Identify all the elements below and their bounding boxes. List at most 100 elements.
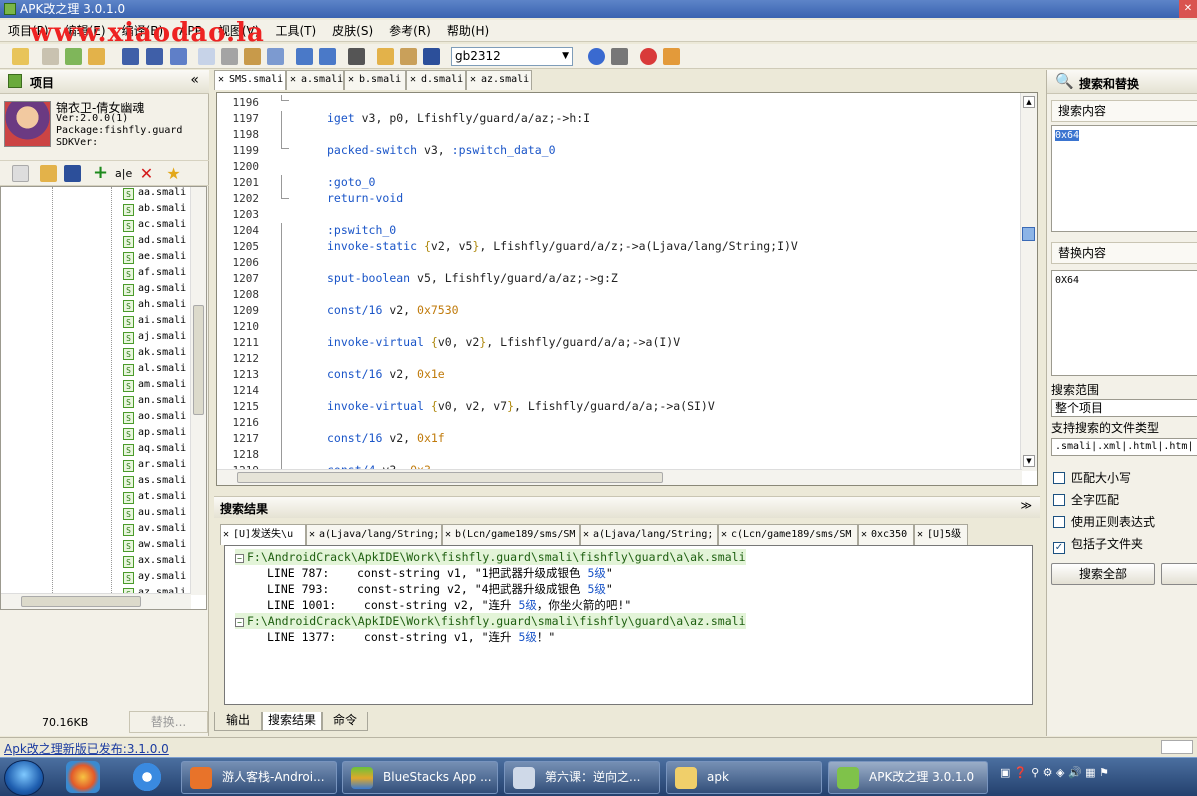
new-file-icon[interactable] bbox=[12, 165, 29, 182]
file-tree-item[interactable]: Sam.smali bbox=[123, 379, 186, 395]
tree-scrollbar[interactable] bbox=[190, 187, 206, 595]
file-tree-item[interactable]: Saw.smali bbox=[123, 539, 186, 555]
weibo-icon[interactable] bbox=[640, 48, 657, 65]
bug-icon[interactable] bbox=[611, 48, 628, 65]
search-input[interactable]: 0x64 bbox=[1051, 125, 1197, 232]
update-link[interactable]: Apk改之理新版已发布:3.1.0.0 bbox=[4, 740, 169, 757]
checkbox-box[interactable] bbox=[1053, 494, 1065, 506]
search-all-button[interactable]: 搜索全部 bbox=[1051, 563, 1155, 585]
file-tree-item[interactable]: Sag.smali bbox=[123, 283, 186, 299]
scroll-down-icon[interactable]: ▼ bbox=[1023, 455, 1035, 467]
file-tree-item[interactable]: Sav.smali bbox=[123, 523, 186, 539]
close-tab-icon[interactable]: ✕ bbox=[410, 71, 416, 89]
editor-hscrollbar[interactable] bbox=[217, 469, 1022, 485]
refresh-icon[interactable] bbox=[64, 165, 81, 182]
file-types-field[interactable]: .smali|.xml|.html|.htm| bbox=[1051, 438, 1197, 456]
tree-scroll-thumb[interactable] bbox=[193, 305, 204, 415]
regex-checkbox[interactable]: 使用正则表达式 bbox=[1053, 513, 1155, 530]
close-tab-icon[interactable]: ✕ bbox=[917, 525, 923, 544]
close-tab-icon[interactable]: ✕ bbox=[583, 525, 589, 544]
result-tab[interactable]: ✕ [U]5级 bbox=[914, 524, 968, 545]
taskbar-button-active[interactable]: APK改之理 3.0.1.0 bbox=[828, 761, 988, 794]
file-tree-item[interactable]: Sal.smali bbox=[123, 363, 186, 379]
file-tree-item[interactable]: Sae.smali bbox=[123, 251, 186, 267]
taskbar-button[interactable]: BlueStacks App ... bbox=[342, 761, 498, 794]
file-tree-item[interactable]: Sat.smali bbox=[123, 491, 186, 507]
collapse-toggle-icon[interactable]: − bbox=[235, 618, 244, 627]
tab-a-smali[interactable]: ✕ a.smali bbox=[286, 70, 344, 90]
tab-sms-smali[interactable]: ✕ SMS.smali bbox=[214, 70, 286, 90]
editor-scrollbar[interactable]: ▲ ▼ bbox=[1020, 93, 1037, 471]
file-tree-item[interactable]: Sah.smali bbox=[123, 299, 186, 315]
close-tab-icon[interactable]: ✕ bbox=[223, 525, 229, 544]
system-tray[interactable]: ▣ ❓ ⚲ ⚙ ◈ 🔊 ▦ ⚑ bbox=[1000, 766, 1109, 779]
tab-d-smali[interactable]: ✕ d.smali bbox=[406, 70, 466, 90]
result-tab[interactable]: ✕ c(Lcn/game189/sms/SM bbox=[718, 524, 858, 545]
cut-icon[interactable] bbox=[221, 48, 238, 65]
tab-b-smali[interactable]: ✕ b.smali bbox=[344, 70, 406, 90]
close-tab-icon[interactable]: ✕ bbox=[861, 525, 867, 544]
pinned-app-icon[interactable] bbox=[66, 761, 100, 793]
result-tab[interactable]: ✕ [U]发送失\u bbox=[220, 524, 306, 545]
whole-word-checkbox[interactable]: 全字匹配 bbox=[1053, 491, 1119, 508]
search-results[interactable]: − F:\AndroidCrack\ApkIDE\Work\fishfly.gua… bbox=[224, 545, 1033, 705]
file-tree-item[interactable]: Sas.smali bbox=[123, 475, 186, 491]
menu-skin[interactable]: 皮肤(S) bbox=[324, 20, 381, 42]
close-tab-icon[interactable]: ✕ bbox=[218, 71, 224, 89]
code-line[interactable]: iget v3, p0, Lfishfly/guard/a/az;->h:I bbox=[327, 111, 590, 125]
package-icon[interactable] bbox=[400, 48, 417, 65]
result-tab[interactable]: ✕ b(Lcn/game189/sms/SM bbox=[442, 524, 580, 545]
open-folder-icon[interactable] bbox=[40, 165, 57, 182]
undo-icon[interactable] bbox=[296, 48, 313, 65]
find-icon[interactable] bbox=[348, 48, 365, 65]
start-button[interactable] bbox=[4, 760, 44, 796]
file-tree-item[interactable]: Sai.smali bbox=[123, 315, 186, 331]
file-tree[interactable]: Saa.smali Sab.smali Sac.smali Sad.smali Sae.… bbox=[0, 186, 207, 610]
replace-button[interactable]: 替换... bbox=[129, 711, 208, 733]
menu-reference[interactable]: 参考(R) bbox=[381, 20, 439, 42]
tree-hscrollbar[interactable] bbox=[1, 593, 191, 609]
menu-tools[interactable]: 工具(T) bbox=[267, 20, 324, 42]
android-icon[interactable] bbox=[65, 48, 82, 65]
favorite-icon[interactable]: ★ bbox=[165, 165, 182, 182]
result-tab[interactable]: ✕ 0xc350 bbox=[858, 524, 914, 545]
file-tree-item[interactable]: Saf.smali bbox=[123, 267, 186, 283]
tab-search-results[interactable]: 搜索结果 bbox=[262, 712, 322, 731]
ie-icon[interactable] bbox=[130, 761, 164, 793]
checkbox-box[interactable] bbox=[1053, 472, 1065, 484]
folder-icon[interactable] bbox=[88, 48, 105, 65]
checkbox-box[interactable] bbox=[1053, 516, 1065, 528]
code-editor[interactable]: 1196 1197 iget v3, p0, Lfishfly/guard/a/az… bbox=[216, 92, 1038, 486]
result-tab[interactable]: ✕ a(Ljava/lang/String; bbox=[306, 524, 442, 545]
save-all-icon[interactable] bbox=[146, 48, 163, 65]
close-tab-icon[interactable]: ✕ bbox=[470, 71, 476, 89]
scope-select[interactable]: 整个项目 bbox=[1051, 399, 1197, 417]
code-line[interactable]: invoke-virtual {v0, v2, v7}, Lfishfly/gu… bbox=[327, 399, 715, 413]
close-tab-icon[interactable]: ✕ bbox=[721, 525, 727, 544]
code-line[interactable]: packed-switch v3, :pswitch_data_0 bbox=[327, 143, 556, 157]
close-tab-icon[interactable]: ✕ bbox=[348, 71, 354, 89]
sign-icon[interactable] bbox=[423, 48, 440, 65]
file-tree-item[interactable]: Sab.smali bbox=[123, 203, 186, 219]
code-line[interactable]: return-void bbox=[327, 191, 403, 205]
grid-icon[interactable] bbox=[42, 48, 59, 65]
open-icon[interactable] bbox=[12, 48, 29, 65]
encoding-select[interactable]: gb2312 ▼ bbox=[451, 47, 573, 66]
result-line-row[interactable]: LINE 787: const-string v1, "1把武器升级成银色 5级… bbox=[267, 565, 613, 581]
collapse-icon[interactable]: « bbox=[190, 72, 199, 88]
code-line[interactable]: :goto_0 bbox=[327, 175, 375, 189]
tab-output[interactable]: 输出 bbox=[214, 712, 262, 731]
tab-command[interactable]: 命令 bbox=[322, 712, 368, 731]
build-icon[interactable] bbox=[377, 48, 394, 65]
file-tree-item[interactable]: Sax.smali bbox=[123, 555, 186, 571]
redo-icon[interactable] bbox=[319, 48, 336, 65]
code-line[interactable]: :pswitch_0 bbox=[327, 223, 396, 237]
result-line-row[interactable]: LINE 793: const-string v2, "4把武器升级成银色 5级… bbox=[267, 581, 613, 597]
replace-icon[interactable] bbox=[267, 48, 284, 65]
collapse-icon[interactable]: ≫ bbox=[1020, 499, 1032, 512]
file-tree-item[interactable]: San.smali bbox=[123, 395, 186, 411]
file-tree-item[interactable]: Sad.smali bbox=[123, 235, 186, 251]
result-file-row[interactable]: − F:\AndroidCrack\ApkIDE\Work\fishfly.gua… bbox=[235, 613, 746, 629]
paste-icon[interactable] bbox=[244, 48, 261, 65]
replace-input[interactable]: 0X64 bbox=[1051, 270, 1197, 376]
